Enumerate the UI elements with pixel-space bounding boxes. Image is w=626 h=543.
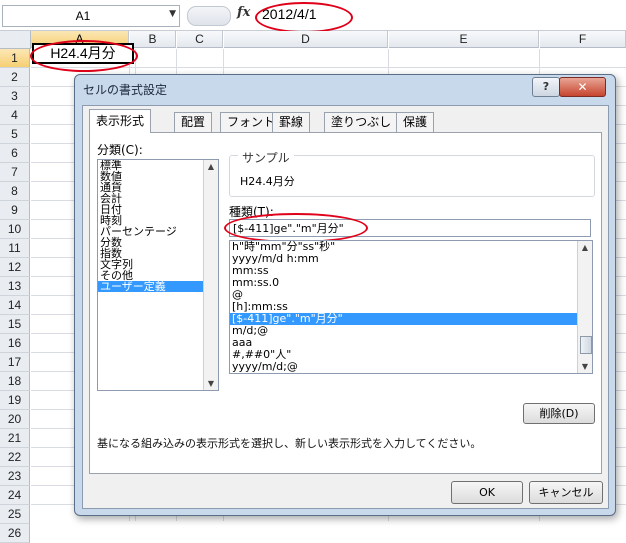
- column-header[interactable]: C: [177, 31, 223, 48]
- column-header[interactable]: F: [540, 31, 626, 48]
- chevron-down-icon[interactable]: ▼: [169, 9, 176, 19]
- row-header[interactable]: 9: [0, 201, 30, 220]
- row-header[interactable]: 19: [0, 391, 30, 410]
- row-header[interactable]: 26: [0, 524, 30, 543]
- delete-button[interactable]: 削除(D): [523, 403, 595, 424]
- formula-bar: A1 ▼ fx 2012/4/1: [0, 0, 626, 33]
- description-text: 基になる組み込みの表示形式を選択し、新しい表示形式を入力してください。: [97, 437, 482, 450]
- row-header[interactable]: 5: [0, 125, 30, 144]
- row-header[interactable]: 18: [0, 372, 30, 391]
- row-header[interactable]: 17: [0, 353, 30, 372]
- ok-button[interactable]: OK: [451, 481, 523, 504]
- row-header[interactable]: 15: [0, 315, 30, 334]
- scroll-down-icon[interactable]: ▼: [204, 379, 218, 388]
- annotation-oval-cell: [30, 40, 138, 72]
- category-list[interactable]: 標準 数値 通貨 会計 日付 時刻 パーセンテージ 分数 指数 文字列 その他 ユーザー定義 ▲ ▼: [97, 159, 219, 391]
- row-header[interactable]: 2: [0, 68, 30, 87]
- column-header[interactable]: D: [224, 31, 388, 48]
- help-button[interactable]: ?: [532, 77, 560, 97]
- format-item[interactable]: yyyy/m/d h:mm: [230, 253, 592, 265]
- format-item[interactable]: m/d;@: [230, 325, 592, 337]
- fx-icon[interactable]: fx: [237, 5, 250, 20]
- category-scrollbar[interactable]: ▲ ▼: [203, 160, 218, 390]
- scroll-up-icon[interactable]: ▲: [204, 162, 218, 171]
- tab-1[interactable]: 配置: [174, 112, 213, 132]
- name-box-value: A1: [75, 9, 91, 23]
- row-header[interactable]: 14: [0, 296, 30, 315]
- tab-3[interactable]: 罫線: [272, 112, 311, 132]
- category-label: 分類(C):: [97, 143, 143, 157]
- sample-value: H24.4月分: [240, 175, 295, 188]
- tab-4[interactable]: 塗りつぶし: [324, 112, 399, 132]
- category-item[interactable]: ユーザー定義: [98, 281, 218, 292]
- annotation-oval-type: [224, 213, 368, 243]
- row-header[interactable]: 12: [0, 258, 30, 277]
- row-header[interactable]: 13: [0, 277, 30, 296]
- row-header[interactable]: 24: [0, 486, 30, 505]
- column-header[interactable]: E: [389, 31, 539, 48]
- row-header[interactable]: 25: [0, 505, 30, 524]
- select-all-corner[interactable]: [0, 31, 31, 49]
- format-item[interactable]: yyyy/m/d;@: [230, 361, 592, 373]
- tab-0[interactable]: 表示形式: [89, 109, 152, 133]
- sample-label: サンプル: [238, 149, 294, 166]
- row-header[interactable]: 11: [0, 239, 30, 258]
- name-box[interactable]: A1 ▼: [2, 5, 180, 27]
- format-item[interactable]: [$-411]ge"."m"月分": [230, 313, 592, 325]
- row-header[interactable]: 22: [0, 448, 30, 467]
- row-header[interactable]: 10: [0, 220, 30, 239]
- column-header[interactable]: B: [130, 31, 176, 48]
- scroll-thumb[interactable]: [580, 336, 592, 354]
- row-header[interactable]: 6: [0, 144, 30, 163]
- format-item[interactable]: mm:ss.0: [230, 277, 592, 289]
- row-header[interactable]: 4: [0, 106, 30, 125]
- row-header[interactable]: 23: [0, 467, 30, 486]
- row-header[interactable]: 1: [0, 49, 30, 68]
- scroll-down-icon[interactable]: ▼: [578, 362, 592, 371]
- dialog-title: セルの書式設定: [83, 83, 168, 97]
- close-button[interactable]: ✕: [559, 77, 606, 97]
- format-list[interactable]: h"時"mm"分"ss"秒" yyyy/m/d h:mm mm:ss mm:ss.0 @…: [229, 240, 593, 374]
- row-header[interactable]: 7: [0, 163, 30, 182]
- cancel-button[interactable]: キャンセル: [529, 481, 603, 504]
- formula-bar-divider: [187, 6, 231, 26]
- format-item[interactable]: mm:ss: [230, 265, 592, 277]
- format-cells-dialog: セルの書式設定 ? ✕ 表示形式 配置 フォント 罫線 塗りつぶし 保護 分類(C): 標…: [74, 74, 616, 516]
- scroll-up-icon[interactable]: ▲: [578, 243, 592, 252]
- row-header[interactable]: 16: [0, 334, 30, 353]
- number-tab-panel: 分類(C): 標準 数値 通貨 会計 日付 時刻 パーセンテージ 分数 指数 文字列 その他 ユーザー…: [89, 132, 602, 474]
- tab-5[interactable]: 保護: [396, 112, 435, 132]
- row-header[interactable]: 3: [0, 87, 30, 106]
- format-scrollbar[interactable]: ▲ ▼: [577, 241, 592, 373]
- row-header[interactable]: 20: [0, 410, 30, 429]
- annotation-oval-formula: [255, 2, 353, 33]
- row-header[interactable]: 8: [0, 182, 30, 201]
- dialog-body: 表示形式 配置 フォント 罫線 塗りつぶし 保護 分類(C): 標準 数値 通貨 会計 日付 時刻パ…: [82, 105, 609, 509]
- row-header[interactable]: 21: [0, 429, 30, 448]
